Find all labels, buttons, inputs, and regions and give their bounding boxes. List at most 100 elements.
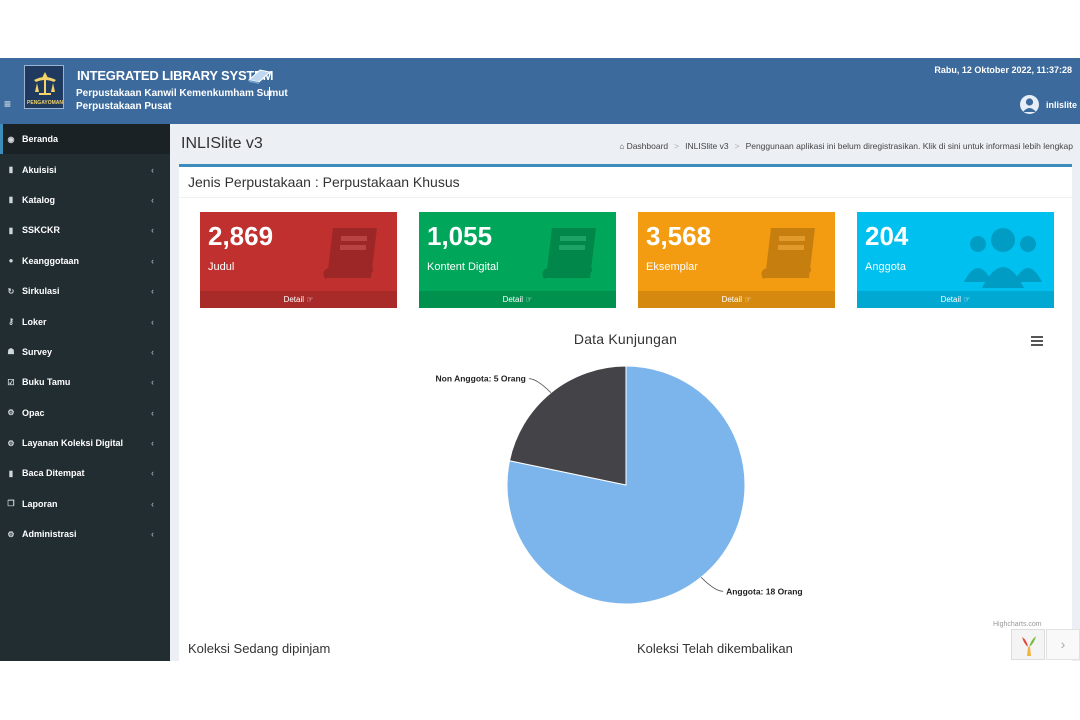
sidebar-item-sskckr[interactable]: ▮ SSKCKR ‹ <box>0 215 170 245</box>
sidebar-item-baca-ditempat[interactable]: ▮ Baca Ditempat ‹ <box>0 458 170 488</box>
pie-chart: Anggota: 18 Orang Non Anggota: 5 Orang <box>436 365 803 605</box>
stat-detail-label: Detail <box>721 295 743 304</box>
data-label-connector <box>700 577 724 592</box>
sidebar-item-opac[interactable]: ⚙ Opac ‹ <box>0 398 170 428</box>
stat-detail-link[interactable]: Detail ☞ <box>419 291 616 308</box>
cogs-icon: ⚙ <box>7 438 15 448</box>
text-cursor <box>269 87 270 100</box>
refresh-icon: ↻ <box>7 286 15 296</box>
chevron-left-icon: ‹ <box>151 225 154 236</box>
book-icon: ▮ <box>8 468 14 478</box>
sidebar-item-loker[interactable]: ⚷ Loker ‹ <box>0 306 170 336</box>
system-title: INTEGRATED LIBRARY SYSTEM <box>77 68 274 83</box>
data-label-connector <box>528 378 552 393</box>
sidebar-item-katalog[interactable]: ▮ Katalog ‹ <box>0 185 170 215</box>
stat-label: Anggota <box>865 261 906 273</box>
stat-label: Judul <box>208 261 235 273</box>
stat-value: 1,055 <box>427 221 493 251</box>
chevron-left-icon: ‹ <box>151 316 154 327</box>
user-avatar-icon[interactable] <box>1020 95 1039 114</box>
sidebar-item-label: Akuisisi <box>22 164 57 175</box>
breadcrumb-dashboard-link[interactable]: Dashboard <box>627 141 669 151</box>
book-icon <box>757 222 823 289</box>
chevron-left-icon: ‹ <box>151 194 154 205</box>
sidebar-item-akuisisi[interactable]: ▮ Akuisisi ‹ <box>0 154 170 184</box>
hand-pointer-icon: ☞ <box>306 295 314 304</box>
book-icon: ▮ <box>8 225 14 235</box>
hamburger-icon[interactable]: ≡ <box>4 98 11 110</box>
box-title: Jenis Perpustakaan : Perpustakaan Khusus <box>188 174 460 190</box>
top-header: PENGAYOMAN ≡ INTEGRATED LIBRARY SYSTEM P… <box>0 58 1080 124</box>
yii-debug-toolbar-icon[interactable] <box>1011 629 1045 660</box>
sidebar-item-survey[interactable]: ☗ Survey ‹ <box>0 337 170 367</box>
hand-pointer-icon: ☞ <box>963 295 971 304</box>
sidebar-item-sirkulasi[interactable]: ↻ Sirkulasi ‹ <box>0 276 170 306</box>
koleksi-dikembalikan-heading: Koleksi Telah dikembalikan <box>637 641 793 656</box>
stat-detail-label: Detail <box>940 295 962 304</box>
home-icon: ⌂ <box>619 142 625 151</box>
sidebar-item-label: Survey <box>22 346 53 357</box>
chevron-left-icon: ‹ <box>151 438 154 449</box>
chevron-left-icon: ‹ <box>151 529 154 540</box>
chevron-left-icon: ‹ <box>151 164 154 175</box>
chart-context-menu-icon[interactable] <box>1031 336 1043 348</box>
current-datetime: Rabu, 12 Oktober 2022, 11:37:28 <box>934 65 1072 75</box>
main-content: INLISlite v3 ⌂ Dashboard > INLISlite v3 > Pe… <box>170 124 1080 661</box>
book-icon <box>538 222 604 289</box>
chevron-right-icon[interactable]: › <box>1046 629 1080 660</box>
pengayoman-emblem-icon <box>34 72 56 95</box>
sidebar-item-label: Laporan <box>22 498 58 509</box>
stat-card-judul: 2,869 Judul Detail ☞ <box>200 212 397 308</box>
user-name[interactable]: inlislite <box>1046 100 1077 110</box>
chevron-left-icon: ‹ <box>151 286 154 297</box>
cogs-icon: ⚙ <box>7 529 15 539</box>
sidebar-item-label: Opac <box>22 407 45 418</box>
stat-label: Eksemplar <box>646 261 698 273</box>
pengayoman-logo[interactable]: PENGAYOMAN <box>24 65 64 109</box>
sidebar-item-beranda[interactable]: ◉ Beranda <box>0 124 170 155</box>
user-icon: ● <box>8 256 14 266</box>
stat-detail-link[interactable]: Detail ☞ <box>200 291 397 308</box>
registration-notice-link[interactable]: Penggunaan aplikasi ini belum diregistra… <box>746 141 1073 151</box>
stat-card-anggota: 204 Anggota Detail ☞ <box>857 212 1054 308</box>
sidebar-item-label: Loker <box>22 316 47 327</box>
open-book-icon <box>247 69 272 84</box>
sidebar-item-laporan[interactable]: ❐ Laporan ‹ <box>0 489 170 519</box>
sidebar-item-buku-tamu[interactable]: ☑ Buku Tamu ‹ <box>0 367 170 397</box>
users-icon <box>964 222 1042 297</box>
book-icon <box>319 222 385 289</box>
stat-value: 204 <box>865 221 909 251</box>
data-label: Non Anggota: 5 Orang <box>436 374 526 384</box>
highcharts-credit[interactable]: Highcharts.com <box>993 621 1042 628</box>
breadcrumb: ⌂ Dashboard > INLISlite v3 > Penggunaan apli… <box>619 141 1073 151</box>
stat-card-kontent-digital: 1,055 Kontent Digital Detail ☞ <box>419 212 616 308</box>
sidebar-item-layanan-koleksi-digital[interactable]: ⚙ Layanan Koleksi Digital ‹ <box>0 428 170 458</box>
book-icon: ▮ <box>8 195 14 205</box>
page-title: INLISlite v3 <box>181 135 263 152</box>
sidebar-item-label: Keanggotaan <box>22 255 80 266</box>
users-icon: ☗ <box>7 347 15 357</box>
chart-title: Data Kunjungan <box>573 331 678 347</box>
stat-card-eksemplar: 3,568 Eksemplar Detail ☞ <box>638 212 835 308</box>
breadcrumb-separator: > <box>734 141 740 151</box>
stat-value: 3,568 <box>646 221 712 251</box>
sidebar-item-label: Sirkulasi <box>22 286 60 297</box>
hand-pointer-icon: ☞ <box>744 295 752 304</box>
stat-detail-link[interactable]: Detail ☞ <box>638 291 835 308</box>
app-window: PENGAYOMAN ≡ INTEGRATED LIBRARY SYSTEM P… <box>0 58 1080 661</box>
hand-pointer-icon: ☞ <box>525 295 533 304</box>
dashboard-box: Jenis Perpustakaan : Perpustakaan Khusus… <box>179 164 1072 661</box>
sidebar-menu: ◉ Beranda ▮ Akuisisi ‹ ▮ Katalog ‹ ▮ SSKCKR ‹ ● Kean… <box>0 124 170 661</box>
chevron-left-icon: ‹ <box>151 255 154 266</box>
sidebar-item-keanggotaan[interactable]: ● Keanggotaan ‹ <box>0 246 170 276</box>
sidebar-item-label: SSKCKR <box>22 225 61 236</box>
stat-label: Kontent Digital <box>427 261 499 273</box>
institution-branch: Perpustakaan Pusat <box>76 101 172 112</box>
stat-detail-link[interactable]: Detail ☞ <box>857 291 1054 308</box>
sidebar-item-label: Administrasi <box>22 529 77 540</box>
chevron-left-icon: ‹ <box>151 407 154 418</box>
chevron-left-icon: ‹ <box>151 346 154 357</box>
sidebar-item-administrasi[interactable]: ⚙ Administrasi ‹ <box>0 519 170 549</box>
sidebar-item-label: Layanan Koleksi Digital <box>22 438 124 449</box>
key-icon: ⚷ <box>8 317 14 327</box>
